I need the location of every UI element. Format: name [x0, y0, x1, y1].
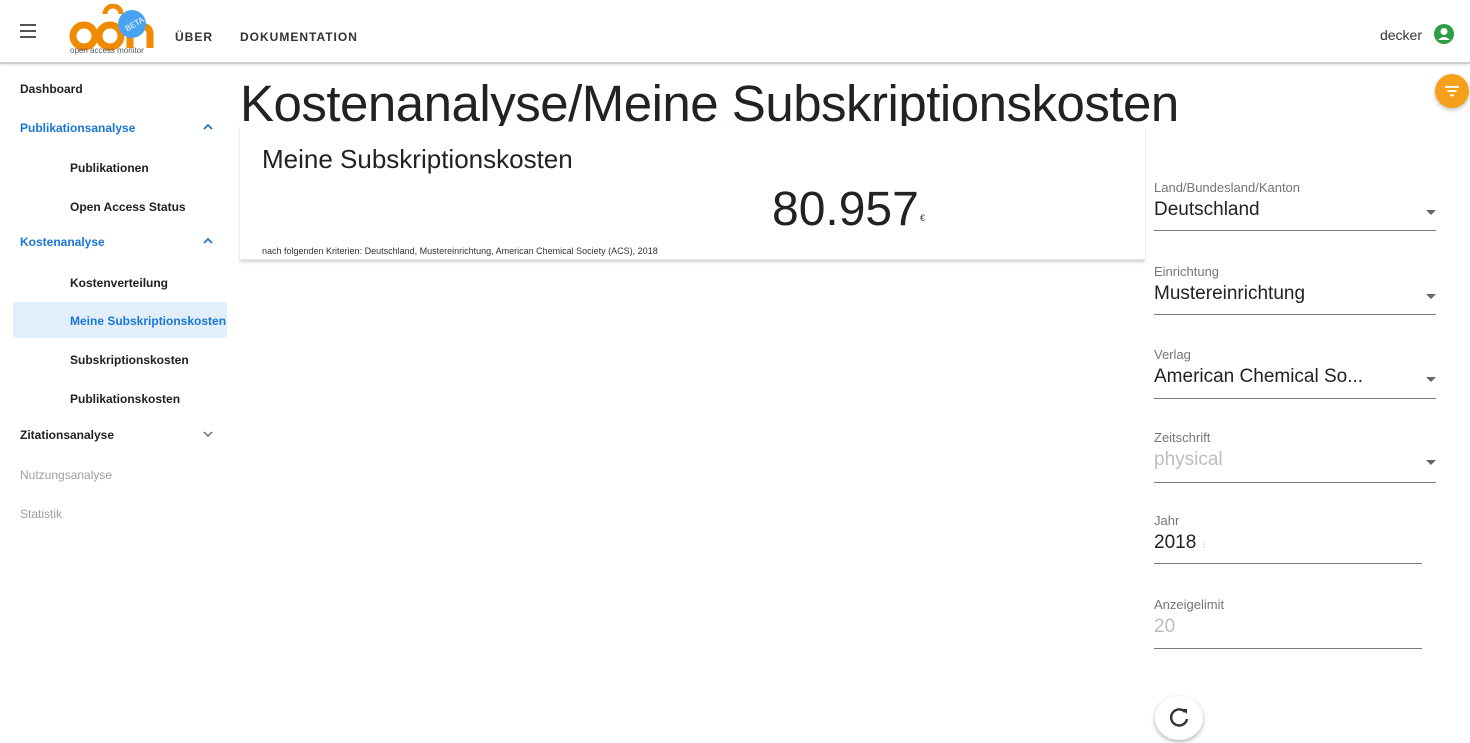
land-label: Land/Bundesland/Kanton	[1154, 180, 1301, 195]
dropdown-arrow-icon	[1426, 377, 1436, 382]
sidebar-item-label: Kostenverteilung	[70, 276, 169, 290]
number-spinner-icon[interactable]: ⁝	[1202, 540, 1205, 551]
refresh-icon	[1170, 708, 1189, 727]
sidebar-item-label: Dashboard	[20, 82, 83, 96]
land-select[interactable]: Land/Bundesland/Kanton Deutschland	[1154, 180, 1436, 231]
sidebar-item-label: Kostenanalyse	[20, 235, 105, 249]
sidebar-item-dashboard[interactable]: Dashboard	[0, 82, 232, 98]
sidebar-item-publikationen[interactable]: Publikationen	[0, 161, 232, 177]
filter-icon	[1445, 86, 1459, 97]
currency-unit: €	[920, 213, 926, 223]
sidebar-item-label: Open Access Status	[70, 200, 186, 214]
sidebar-item-publikationsanalyse[interactable]: Publikationsanalyse	[0, 121, 232, 137]
zeitschrift-label: Zeitschrift	[1154, 430, 1211, 445]
sidebar-item-statistik: Statistik	[0, 507, 232, 523]
sidebar-item-meine-subskriptionskosten[interactable]: Meine Subskriptionskosten	[13, 302, 227, 338]
nav-link-dokumentation[interactable]: DOKUMENTATION	[240, 30, 358, 44]
verlag-select[interactable]: Verlag American Chemical So...	[1154, 347, 1436, 399]
dropdown-arrow-icon	[1426, 460, 1436, 465]
user-name[interactable]: decker	[1380, 27, 1422, 43]
sidebar-item-label: Nutzungsanalyse	[20, 468, 113, 482]
einrichtung-label: Einrichtung	[1154, 264, 1220, 279]
sidebar-item-nutzungsanalyse: Nutzungsanalyse	[0, 468, 232, 484]
page-title: Kostenanalyse/Meine Subskriptionskosten	[240, 75, 1179, 132]
chevron-up-icon	[203, 237, 213, 244]
sidebar-item-publikationskosten[interactable]: Publikationskosten	[0, 392, 232, 408]
anzeigelimit-input[interactable]: Anzeigelimit 20	[1154, 597, 1436, 649]
zeitschrift-placeholder: physical	[1154, 449, 1223, 470]
menu-icon[interactable]	[20, 24, 42, 42]
sidebar-item-label: Publikationen	[70, 161, 149, 175]
sidebar-item-label: Publikationsanalyse	[20, 121, 136, 135]
sidebar-item-label: Zitationsanalyse	[20, 428, 115, 442]
sidebar-item-label: Subskriptionskosten	[70, 353, 189, 367]
jahr-label: Jahr	[1154, 513, 1180, 528]
sidebar-item-label: Publikationskosten	[70, 392, 181, 406]
filter-button[interactable]	[1435, 74, 1469, 108]
sidebar-item-label: Meine Subskriptionskosten	[70, 314, 227, 328]
land-value: Deutschland	[1154, 199, 1260, 220]
jahr-input[interactable]: Jahr 2018 ⁝	[1154, 513, 1436, 564]
sidebar-nav: Dashboard Publikationsanalyse Publikatio…	[0, 66, 232, 743]
cost-value: 80.957	[772, 183, 919, 236]
top-app-bar: BETA open access monitor ÜBER DOKUMENTAT…	[0, 0, 1470, 64]
dropdown-arrow-icon	[1426, 294, 1436, 299]
sidebar-item-label: Statistik	[20, 507, 63, 521]
criteria-text: nach folgenden Kriterien: Deutschland, M…	[262, 246, 658, 256]
sidebar-item-subskriptionskosten[interactable]: Subskriptionskosten	[0, 353, 232, 369]
filter-panel: Land/Bundesland/Kanton Deutschland Einri…	[1146, 126, 1470, 743]
sidebar-item-zitationsanalyse[interactable]: Zitationsanalyse	[0, 428, 232, 444]
anzeigelimit-placeholder: 20	[1154, 616, 1176, 637]
card-title: Meine Subskriptionskosten	[262, 144, 573, 174]
dropdown-arrow-icon	[1426, 210, 1436, 215]
anzeigelimit-label: Anzeigelimit	[1154, 597, 1225, 612]
sidebar-item-open-access-status[interactable]: Open Access Status	[0, 200, 232, 216]
verlag-value: American Chemical So...	[1154, 366, 1364, 387]
account-circle-icon[interactable]	[1434, 24, 1454, 44]
zeitschrift-select[interactable]: Zeitschrift physical	[1154, 430, 1436, 483]
jahr-value: 2018	[1154, 532, 1197, 553]
sidebar-item-kostenverteilung[interactable]: Kostenverteilung	[0, 276, 232, 292]
sidebar-item-kostenanalyse[interactable]: Kostenanalyse	[0, 235, 232, 251]
chevron-down-icon	[203, 431, 213, 438]
reload-button[interactable]	[1155, 696, 1203, 740]
cost-card: Meine Subskriptionskosten 80.957 € nach …	[240, 126, 1145, 260]
nav-link-uber[interactable]: ÜBER	[175, 30, 213, 44]
einrichtung-select[interactable]: Einrichtung Mustereinrichtung	[1154, 264, 1436, 315]
einrichtung-value: Mustereinrichtung	[1154, 283, 1306, 304]
chevron-up-icon	[203, 123, 213, 130]
logo-subtitle: open access monitor	[70, 46, 144, 55]
verlag-label: Verlag	[1154, 347, 1191, 362]
